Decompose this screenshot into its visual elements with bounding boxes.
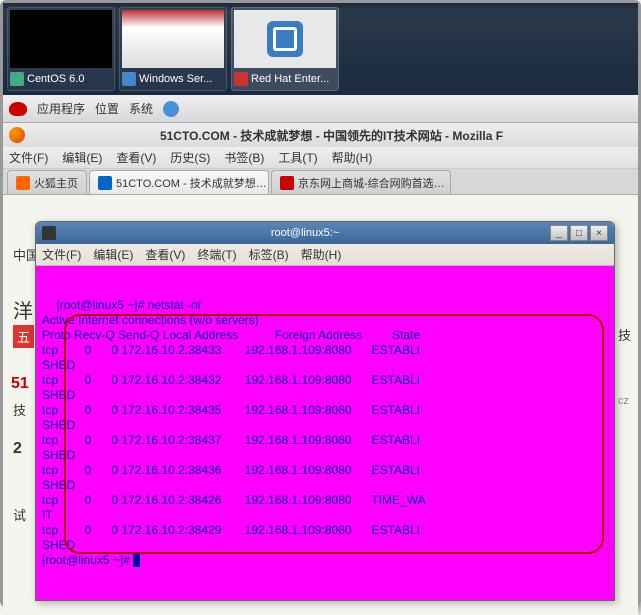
menu-history[interactable]: 历史(S) (170, 149, 210, 166)
tab-jd[interactable]: 京东网上商城-综合网购首选… (271, 170, 451, 194)
panel-launcher-icon[interactable] (163, 101, 179, 117)
tab-51cto[interactable]: 51CTO.COM - 技术成就梦想… (89, 170, 269, 194)
term-menu-view[interactable]: 查看(V) (145, 246, 185, 263)
task-label: Red Hat Enter... (251, 73, 329, 85)
firefox-icon (9, 127, 25, 143)
menu-view[interactable]: 查看(V) (116, 149, 156, 166)
thumbnail (234, 10, 336, 68)
term-menu-tabs[interactable]: 标签(B) (249, 246, 289, 263)
task-label: CentOS 6.0 (27, 73, 84, 85)
firefox-menubar: 文件(F) 编辑(E) 查看(V) 历史(S) 书签(B) 工具(T) 帮助(H… (3, 147, 638, 169)
menu-bookmarks[interactable]: 书签(B) (224, 149, 264, 166)
firefox-tabbar: 火狐主页 51CTO.COM - 技术成就梦想… 京东网上商城-综合网购首选… (3, 169, 638, 195)
page-text: 51 (11, 375, 29, 393)
minimize-button[interactable]: _ (550, 225, 568, 241)
menu-tools[interactable]: 工具(T) (278, 149, 317, 166)
terminal-output: [root@linux5 ~]# netstat -nt Active Inte… (42, 298, 426, 567)
terminal-icon (42, 226, 56, 240)
centos-icon (10, 72, 24, 86)
menu-help[interactable]: 帮助(H) (332, 149, 373, 166)
tab-label: 51CTO.COM - 技术成就梦想… (116, 175, 267, 191)
redhat-icon (234, 72, 248, 86)
menu-system[interactable]: 系统 (129, 100, 153, 117)
term-menu-terminal[interactable]: 终端(T) (197, 246, 236, 263)
favicon-icon (98, 176, 112, 190)
menu-edit[interactable]: 编辑(E) (62, 149, 102, 166)
page-text: 2 (13, 440, 22, 458)
tab-label: 京东网上商城-综合网购首选… (298, 175, 445, 191)
task-label: Windows Ser... (139, 73, 212, 85)
terminal-window: root@linux5:~ _ □ × 文件(F) 编辑(E) 查看(V) 终端… (35, 221, 615, 601)
firefox-titlebar: 51CTO.COM - 技术成就梦想 - 中国领先的IT技术网站 - Mozil… (3, 123, 638, 147)
favicon-icon (16, 176, 30, 190)
thumbnail (122, 10, 224, 68)
menu-places[interactable]: 位置 (95, 100, 119, 117)
term-menu-file[interactable]: 文件(F) (42, 246, 81, 263)
terminal-titlebar[interactable]: root@linux5:~ _ □ × (36, 222, 614, 244)
page-text: 技 (618, 325, 631, 344)
page-text: cz (618, 395, 629, 407)
menu-file[interactable]: 文件(F) (9, 149, 48, 166)
task-item-winserver[interactable]: Windows Ser... (119, 7, 227, 91)
thumbnail (10, 10, 112, 68)
favicon-icon (280, 176, 294, 190)
terminal-body[interactable]: [root@linux5 ~]# netstat -nt Active Inte… (36, 266, 614, 600)
page-text: 五 (13, 325, 34, 348)
windows-icon (122, 72, 136, 86)
close-button[interactable]: × (590, 225, 608, 241)
page-text: 技 (13, 400, 26, 419)
vmware-icon (267, 21, 303, 57)
term-menu-help[interactable]: 帮助(H) (301, 246, 342, 263)
tab-label: 火狐主页 (34, 175, 78, 191)
menu-applications[interactable]: 应用程序 (37, 100, 85, 117)
terminal-title: root@linux5:~ (62, 227, 548, 239)
task-item-redhat[interactable]: Red Hat Enter... (231, 7, 339, 91)
tab-firefox-home[interactable]: 火狐主页 (7, 170, 87, 194)
task-item-centos[interactable]: CentOS 6.0 (7, 7, 115, 91)
page-text: 洋 (13, 295, 33, 324)
redhat-logo-icon[interactable] (9, 102, 27, 116)
windows-taskbar: CentOS 6.0 Windows Ser... Red Hat Enter.… (3, 3, 638, 95)
gnome-panel: 应用程序 位置 系统 (3, 95, 638, 123)
term-menu-edit[interactable]: 编辑(E) (93, 246, 133, 263)
terminal-menubar: 文件(F) 编辑(E) 查看(V) 终端(T) 标签(B) 帮助(H) (36, 244, 614, 266)
window-title: 51CTO.COM - 技术成就梦想 - 中国领先的IT技术网站 - Mozil… (31, 127, 632, 144)
cursor (133, 554, 140, 567)
page-text: 试 (13, 505, 26, 524)
maximize-button[interactable]: □ (570, 225, 588, 241)
